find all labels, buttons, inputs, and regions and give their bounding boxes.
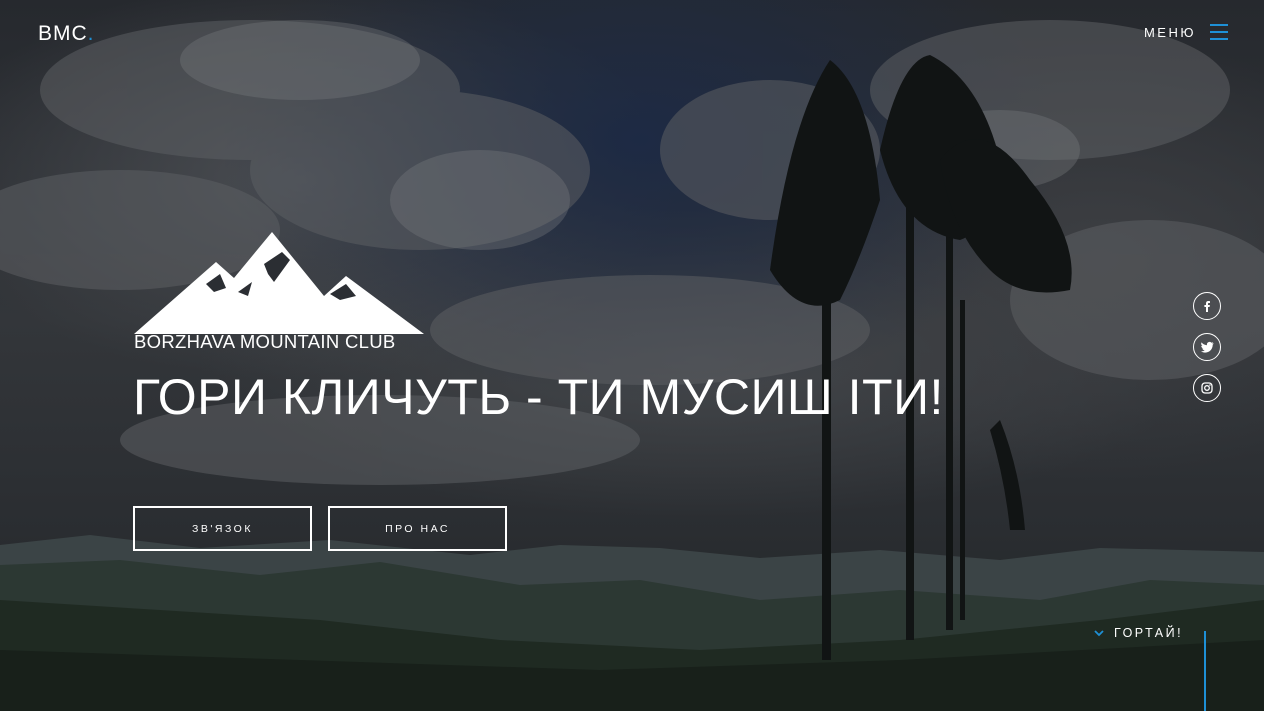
menu-button[interactable]: МЕНЮ — [1144, 23, 1228, 41]
instagram-icon — [1201, 382, 1213, 394]
facebook-icon — [1204, 301, 1210, 312]
hamburger-icon — [1210, 23, 1228, 41]
twitter-link[interactable] — [1193, 333, 1221, 361]
club-name: BORZHAVA MOUNTAIN CLUB — [134, 331, 396, 352]
scroll-label: ГОРТАЙ! — [1114, 626, 1184, 640]
menu-label: МЕНЮ — [1143, 24, 1196, 40]
scroll-down-link[interactable]: ГОРТАЙ! — [1094, 626, 1183, 640]
about-button[interactable]: ПРО НАС — [328, 506, 507, 551]
instagram-link[interactable] — [1193, 374, 1221, 402]
hero-background-image — [0, 20, 1264, 711]
brand-text: BMC — [38, 22, 88, 45]
contact-button[interactable]: ЗВ'ЯЗОК — [133, 506, 312, 551]
scroll-progress-line — [1204, 631, 1206, 711]
twitter-icon — [1200, 341, 1214, 353]
brand-dot: . — [87, 22, 95, 45]
chevron-down-icon — [1094, 629, 1104, 636]
mountain-logo-icon — [134, 232, 424, 334]
social-links — [1193, 292, 1221, 402]
facebook-link[interactable] — [1193, 292, 1221, 320]
hero-headline: ГОРИ КЛИЧУТЬ - ТИ МУСИШ ІТИ! — [133, 369, 944, 425]
hero-section: BMC. МЕНЮ BORZHAVA MOUNTAIN CLUB ГОРИ КЛ… — [0, 0, 1264, 711]
brand-logo[interactable]: BMC. — [38, 22, 95, 46]
